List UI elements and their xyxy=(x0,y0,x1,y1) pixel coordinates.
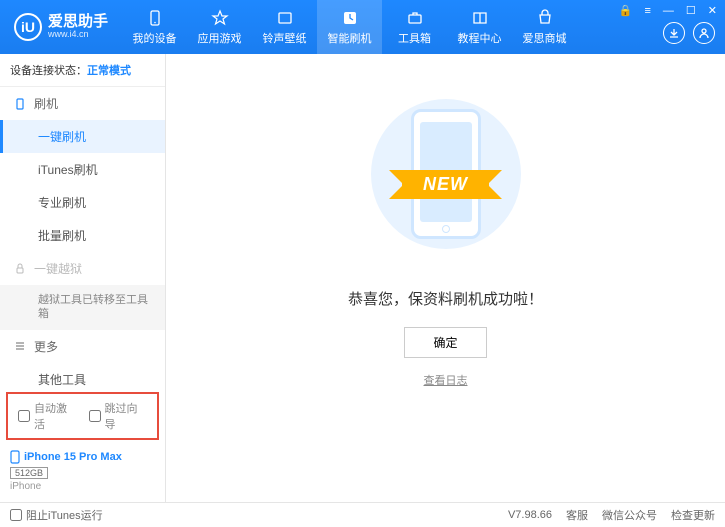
book-icon xyxy=(471,9,489,27)
close-button[interactable]: ✕ xyxy=(706,4,719,17)
list-icon xyxy=(14,340,26,352)
ok-button[interactable]: 确定 xyxy=(404,327,486,358)
window-controls: 🔒 ≡ — ☐ ✕ xyxy=(617,4,719,17)
ringtone-icon xyxy=(276,9,294,27)
sidebar-item-oneclick[interactable]: 一键刷机 xyxy=(0,120,165,153)
store-icon xyxy=(536,9,554,27)
maximize-button[interactable]: ☐ xyxy=(684,4,698,17)
group-jailbreak: 一键越狱 xyxy=(0,252,165,285)
logo-icon: iU xyxy=(14,13,42,41)
jailbreak-note: 越狱工具已转移至工具箱 xyxy=(0,285,165,330)
nav-ringtones[interactable]: 铃声壁纸 xyxy=(252,0,317,54)
nav-toolbox[interactable]: 工具箱 xyxy=(382,0,447,54)
app-header: iU 爱思助手 www.i4.cn 我的设备 应用游戏 铃声壁纸 智能刷机 工具… xyxy=(0,0,725,54)
apps-icon xyxy=(211,9,229,27)
block-itunes-checkbox[interactable]: 阻止iTunes运行 xyxy=(10,507,103,523)
lock-icon[interactable]: 🔒 xyxy=(617,4,635,17)
app-subtitle: www.i4.cn xyxy=(48,30,108,40)
device-type: iPhone xyxy=(10,481,155,492)
logo-block: iU 爱思助手 www.i4.cn xyxy=(0,13,122,41)
success-message: 恭喜您，保资料刷机成功啦！ xyxy=(348,288,543,309)
new-ribbon: NEW xyxy=(407,170,484,199)
device-info[interactable]: iPhone 15 Pro Max 512GB iPhone xyxy=(0,444,165,502)
version-label: V7.98.66 xyxy=(508,509,552,521)
sidebar: 设备连接状态：正常模式 刷机 一键刷机 iTunes刷机 专业刷机 批量刷机 一… xyxy=(0,54,166,502)
nav-apps[interactable]: 应用游戏 xyxy=(187,0,252,54)
success-illustration: NEW xyxy=(366,84,526,264)
auto-activate-checkbox[interactable]: 自动激活 xyxy=(18,400,77,432)
main-content: NEW 恭喜您，保资料刷机成功啦！ 确定 查看日志 xyxy=(166,54,725,502)
group-flash[interactable]: 刷机 xyxy=(0,87,165,120)
sidebar-item-batch[interactable]: 批量刷机 xyxy=(0,219,165,252)
footer: 阻止iTunes运行 V7.98.66 客服 微信公众号 检查更新 xyxy=(0,502,725,527)
minimize-button[interactable]: — xyxy=(661,5,676,17)
skip-guide-checkbox[interactable]: 跳过向导 xyxy=(89,400,148,432)
footer-link-support[interactable]: 客服 xyxy=(566,507,588,523)
footer-link-wechat[interactable]: 微信公众号 xyxy=(602,507,657,523)
sidebar-item-other[interactable]: 其他工具 xyxy=(0,363,165,388)
app-title: 爱思助手 xyxy=(48,14,108,31)
top-nav: 我的设备 应用游戏 铃声壁纸 智能刷机 工具箱 教程中心 爱思商城 xyxy=(122,0,577,54)
device-status: 设备连接状态：正常模式 xyxy=(0,54,165,87)
menu-icon[interactable]: ≡ xyxy=(642,5,652,17)
nav-tutorials[interactable]: 教程中心 xyxy=(447,0,512,54)
lock-icon xyxy=(14,263,26,275)
group-more[interactable]: 更多 xyxy=(0,330,165,363)
sidebar-item-pro[interactable]: 专业刷机 xyxy=(0,186,165,219)
device-icon xyxy=(146,9,164,27)
nav-my-device[interactable]: 我的设备 xyxy=(122,0,187,54)
toolbox-icon xyxy=(406,9,424,27)
footer-link-update[interactable]: 检查更新 xyxy=(671,507,715,523)
nav-store[interactable]: 爱思商城 xyxy=(512,0,577,54)
nav-flash[interactable]: 智能刷机 xyxy=(317,0,382,54)
phone-icon xyxy=(14,98,26,110)
options-box: 自动激活 跳过向导 xyxy=(6,392,159,440)
flash-icon xyxy=(341,9,359,27)
user-button[interactable] xyxy=(693,22,715,44)
device-icon xyxy=(10,450,20,464)
download-button[interactable] xyxy=(663,22,685,44)
device-capacity: 512GB xyxy=(10,467,48,479)
sidebar-item-itunes[interactable]: iTunes刷机 xyxy=(0,153,165,186)
view-log-link[interactable]: 查看日志 xyxy=(424,372,468,388)
